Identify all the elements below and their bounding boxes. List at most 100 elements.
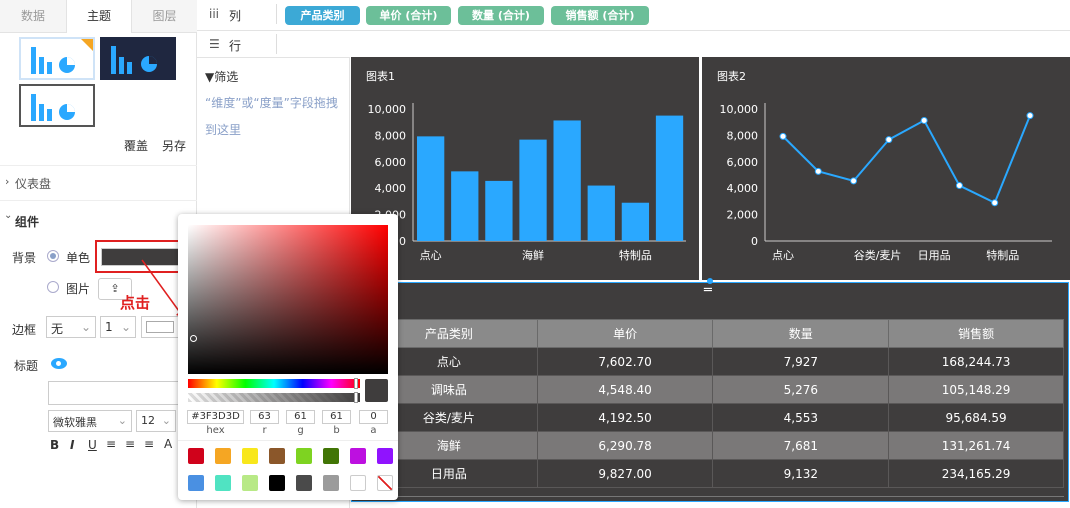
data-point: [955, 182, 963, 190]
table-header-row: 产品类别 单价 数量 销售额: [360, 319, 1064, 348]
tab-data[interactable]: 数据: [0, 0, 66, 33]
resize-handle[interactable]: [707, 278, 713, 284]
columns-label: 列: [229, 9, 242, 23]
table-row[interactable]: 谷类/麦片 4,192.50 4,553 95,684.59: [360, 403, 1064, 432]
chart1-panel[interactable]: 图表1 02,0004,0006,0008,00010,000点心海鲜特制品: [351, 57, 699, 280]
color-swatch[interactable]: [350, 448, 366, 464]
r-label: r: [262, 425, 267, 436]
color-swatch[interactable]: [296, 475, 312, 491]
a-label: a: [370, 425, 377, 436]
data-point: [814, 167, 822, 175]
color-swatch[interactable]: [188, 475, 204, 491]
hue-handle[interactable]: [354, 378, 358, 389]
table-scrollbar[interactable]: [360, 496, 1064, 497]
y-tick-label: 10,000: [368, 103, 407, 116]
pill-unit-price[interactable]: 单价 (合计): [366, 6, 451, 25]
component-section[interactable]: ⌄ 组件: [0, 200, 197, 234]
table-row[interactable]: 调味品 4,548.40 5,276 105,148.29: [360, 375, 1064, 404]
g-input[interactable]: 61: [286, 410, 315, 424]
underline-icon[interactable]: U: [88, 438, 97, 452]
alpha-slider[interactable]: [188, 393, 360, 402]
save-as-button[interactable]: 另存: [162, 137, 186, 154]
drag-handle-icon[interactable]: ═: [704, 283, 712, 298]
eye-icon[interactable]: [51, 358, 67, 369]
color-swatch[interactable]: [215, 475, 231, 491]
saturation-area[interactable]: [188, 225, 388, 374]
align-right-icon[interactable]: ≡: [144, 437, 154, 451]
tab-theme[interactable]: 主题: [66, 0, 132, 33]
pill-sales[interactable]: 销售额 (合计): [551, 6, 649, 25]
table-row[interactable]: 海鲜 6,290.78 7,681 131,261.74: [360, 431, 1064, 460]
data-point: [850, 177, 858, 185]
color-swatch[interactable]: [296, 448, 312, 464]
filter-drop-hint[interactable]: “维度”或“度量”字段拖拽到这里: [205, 90, 340, 144]
border-color-swatch[interactable]: [141, 316, 179, 338]
left-panel: 数据 主题 图层 覆盖 另存 › 仪表盘 ⌄ 组件 背景 单色 图片 ⇪ 点击 …: [0, 0, 197, 508]
bar: [553, 120, 581, 241]
picture-radio[interactable]: [47, 281, 59, 293]
y-tick-label: 4,000: [375, 182, 407, 195]
chart2-panel[interactable]: 图表2 0 2,000 4,000 6,000 8,000 10,000 点心 谷类/麦片 日用…: [702, 57, 1070, 280]
border-style-select[interactable]: 无 ⌄: [46, 316, 96, 338]
font-color-icon[interactable]: A: [164, 437, 172, 451]
color-swatch[interactable]: [269, 448, 285, 464]
color-swatch[interactable]: [242, 448, 258, 464]
table-cell: 4,548.40: [536, 375, 714, 404]
pill-quantity[interactable]: 数量 (合计): [458, 6, 544, 25]
table-row[interactable]: 点心 7,602.70 7,927 168,244.73: [360, 347, 1064, 376]
bold-icon[interactable]: B: [50, 438, 59, 452]
color-swatch[interactable]: [323, 448, 339, 464]
color-swatch[interactable]: [269, 475, 285, 491]
font-size-select[interactable]: 12 ⌄: [136, 410, 176, 432]
table-cell: 4,192.50: [536, 403, 714, 432]
italic-icon[interactable]: I: [70, 438, 74, 452]
alpha-handle[interactable]: [354, 392, 358, 403]
a-input[interactable]: 0: [359, 410, 388, 424]
current-color-preview: [365, 379, 388, 402]
table-cell: 168,244.73: [888, 347, 1064, 376]
title-label: 标题: [14, 359, 39, 373]
dashboard-section-label: 仪表盘: [15, 177, 52, 191]
table-cell: 4,553: [712, 403, 890, 432]
align-left-icon[interactable]: ≡: [106, 437, 116, 451]
shelf-divider: [276, 4, 277, 24]
font-family-select[interactable]: 微软雅黑 ⌄: [48, 410, 132, 432]
filter-label: 筛选: [214, 70, 239, 84]
app: 数据 主题 图层 覆盖 另存 › 仪表盘 ⌄ 组件 背景 单色 图片 ⇪ 点击 …: [0, 0, 1070, 508]
color-swatch[interactable]: [350, 475, 366, 491]
color-swatch[interactable]: [377, 448, 393, 464]
tab-layer[interactable]: 图层: [132, 0, 197, 33]
filter-header: ▼筛选: [205, 68, 238, 85]
cover-button[interactable]: 覆盖: [124, 137, 148, 154]
hue-slider[interactable]: [188, 379, 360, 388]
no-color-swatch[interactable]: [377, 475, 393, 491]
single-color-radio[interactable]: [47, 250, 59, 262]
chart2-svg: 0 2,000 4,000 6,000 8,000 10,000 点心 谷类/麦片 日用品 特制品: [720, 103, 1052, 262]
bar-pie-icon: [31, 94, 75, 121]
b-input[interactable]: 61: [322, 410, 351, 424]
color-swatch[interactable]: [188, 448, 204, 464]
title-input[interactable]: [48, 381, 184, 405]
bar: [485, 180, 513, 241]
pill-product-category[interactable]: 产品类别: [285, 6, 360, 25]
table-panel[interactable]: ═ 产品类别 单价 数量 销售额 点心 7,602.70 7,927 168,244.…: [351, 282, 1069, 502]
border-style-value: 无: [51, 322, 64, 336]
table-cell: 7,927: [712, 347, 890, 376]
bar: [417, 136, 445, 241]
color-swatch[interactable]: [215, 448, 231, 464]
table-cell: 7,681: [712, 431, 890, 460]
theme-thumb-light[interactable]: [19, 37, 95, 80]
table-row[interactable]: 日用品 9,827.00 9,132 234,165.29: [360, 459, 1064, 488]
dashboard-section[interactable]: › 仪表盘: [0, 165, 197, 199]
hex-input[interactable]: #3F3D3D: [187, 410, 244, 424]
color-swatch[interactable]: [323, 475, 339, 491]
saturation-cursor[interactable]: [190, 335, 197, 342]
r-input[interactable]: 63: [250, 410, 279, 424]
theme-thumb-outline[interactable]: [19, 84, 95, 127]
color-swatch[interactable]: [242, 475, 258, 491]
table-cell: 5,276: [712, 375, 890, 404]
theme-thumb-dark[interactable]: [100, 37, 176, 80]
table-cell: 105,148.29: [888, 375, 1064, 404]
align-center-icon[interactable]: ≡: [125, 437, 135, 451]
border-width-select[interactable]: 1 ⌄: [100, 316, 136, 338]
